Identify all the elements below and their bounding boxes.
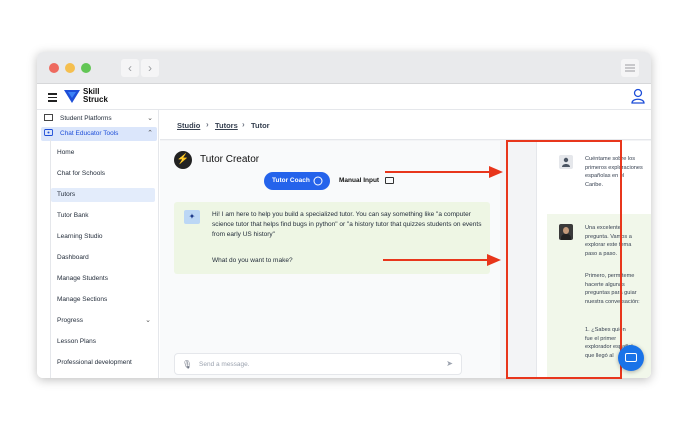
user-profile-icon[interactable] (631, 88, 645, 104)
tab-label: Manual Input (339, 177, 380, 184)
sidebar-item-label: Chat Educator Tools (60, 130, 119, 137)
hamburger-menu-icon[interactable] (48, 93, 57, 104)
maximize-window-button[interactable] (81, 63, 91, 73)
send-icon[interactable]: ➤ (446, 359, 453, 368)
breadcrumb-studio[interactable]: Studio (177, 121, 200, 130)
annotation-highlight-box (506, 140, 622, 379)
sidebar-item-progress[interactable]: Progress ⌄ (51, 314, 155, 328)
intro-message-text: Hi! I am here to help you build a specia… (212, 211, 482, 238)
chat-icon (625, 353, 637, 362)
chat-bubble-icon (313, 176, 323, 186)
question-text: What do you want to make? (212, 257, 293, 264)
chevron-up-icon: ⌃ (147, 130, 153, 137)
sidebar-item-tutors[interactable]: Tutors (51, 188, 155, 202)
breadcrumb-tutor: Tutor (251, 121, 270, 130)
microphone-icon[interactable]: 🎙 (182, 360, 192, 369)
chat-icon (44, 129, 53, 136)
breadcrumb-tutors[interactable]: Tutors (215, 121, 238, 130)
sidebar-item-label: Student Platforms (60, 115, 112, 122)
sliders-icon[interactable] (621, 59, 639, 77)
page-title: Tutor Creator (200, 154, 260, 165)
sidebar-item-lesson-plans[interactable]: Lesson Plans (51, 335, 155, 349)
tab-label: Tutor Coach (272, 177, 310, 184)
sidebar-item-chat-educator-tools[interactable]: Chat Educator Tools ⌃ (41, 127, 157, 141)
breadcrumb: Studio › Tutors › Tutor (160, 110, 651, 140)
app-header: Skill Struck (37, 84, 651, 110)
logo-text: Skill Struck (83, 87, 108, 104)
forward-arrow-icon[interactable]: › (141, 59, 159, 77)
sidebar-item-manage-students[interactable]: Manage Students (51, 272, 155, 286)
chevron-down-icon: ⌄ (145, 317, 151, 324)
annotation-arrow-icon (383, 254, 501, 266)
sidebar-item-professional-development[interactable]: Professional development (51, 356, 155, 370)
chat-support-button[interactable] (618, 345, 644, 371)
tab-tutor-coach[interactable]: Tutor Coach (264, 172, 330, 190)
message-input-placeholder: Send a message. (199, 361, 250, 368)
minimize-window-button[interactable] (65, 63, 75, 73)
sidebar-item-dashboard[interactable]: Dashboard (51, 251, 155, 265)
browser-titlebar: ‹ › (37, 52, 651, 84)
monitor-icon (44, 114, 53, 121)
sparkle-icon: ✦ (184, 210, 200, 224)
breadcrumb-separator-icon: › (206, 120, 209, 129)
sidebar-item-chat-for-schools[interactable]: Chat for Schools (51, 167, 155, 181)
sidebar-item-home[interactable]: Home (51, 146, 155, 160)
sidebar-item-manage-sections[interactable]: Manage Sections (51, 293, 155, 307)
lightning-icon: ⚡ (174, 151, 192, 169)
close-window-button[interactable] (49, 63, 59, 73)
sidebar: Student Platforms ⌄ Chat Educator Tools … (37, 110, 159, 378)
back-arrow-icon[interactable]: ‹ (121, 59, 139, 77)
sidebar-item-tutor-bank[interactable]: Tutor Bank (51, 209, 155, 223)
annotation-arrow-icon (385, 166, 503, 178)
sidebar-item-learning-studio[interactable]: Learning Studio (51, 230, 155, 244)
chevron-down-icon: ⌄ (147, 115, 153, 122)
message-input[interactable]: 🎙 Send a message. ➤ (174, 353, 462, 375)
breadcrumb-separator-icon: › (242, 120, 245, 129)
skillstruck-logo-icon (64, 90, 80, 103)
sidebar-item-student-platforms[interactable]: Student Platforms ⌄ (41, 112, 157, 126)
